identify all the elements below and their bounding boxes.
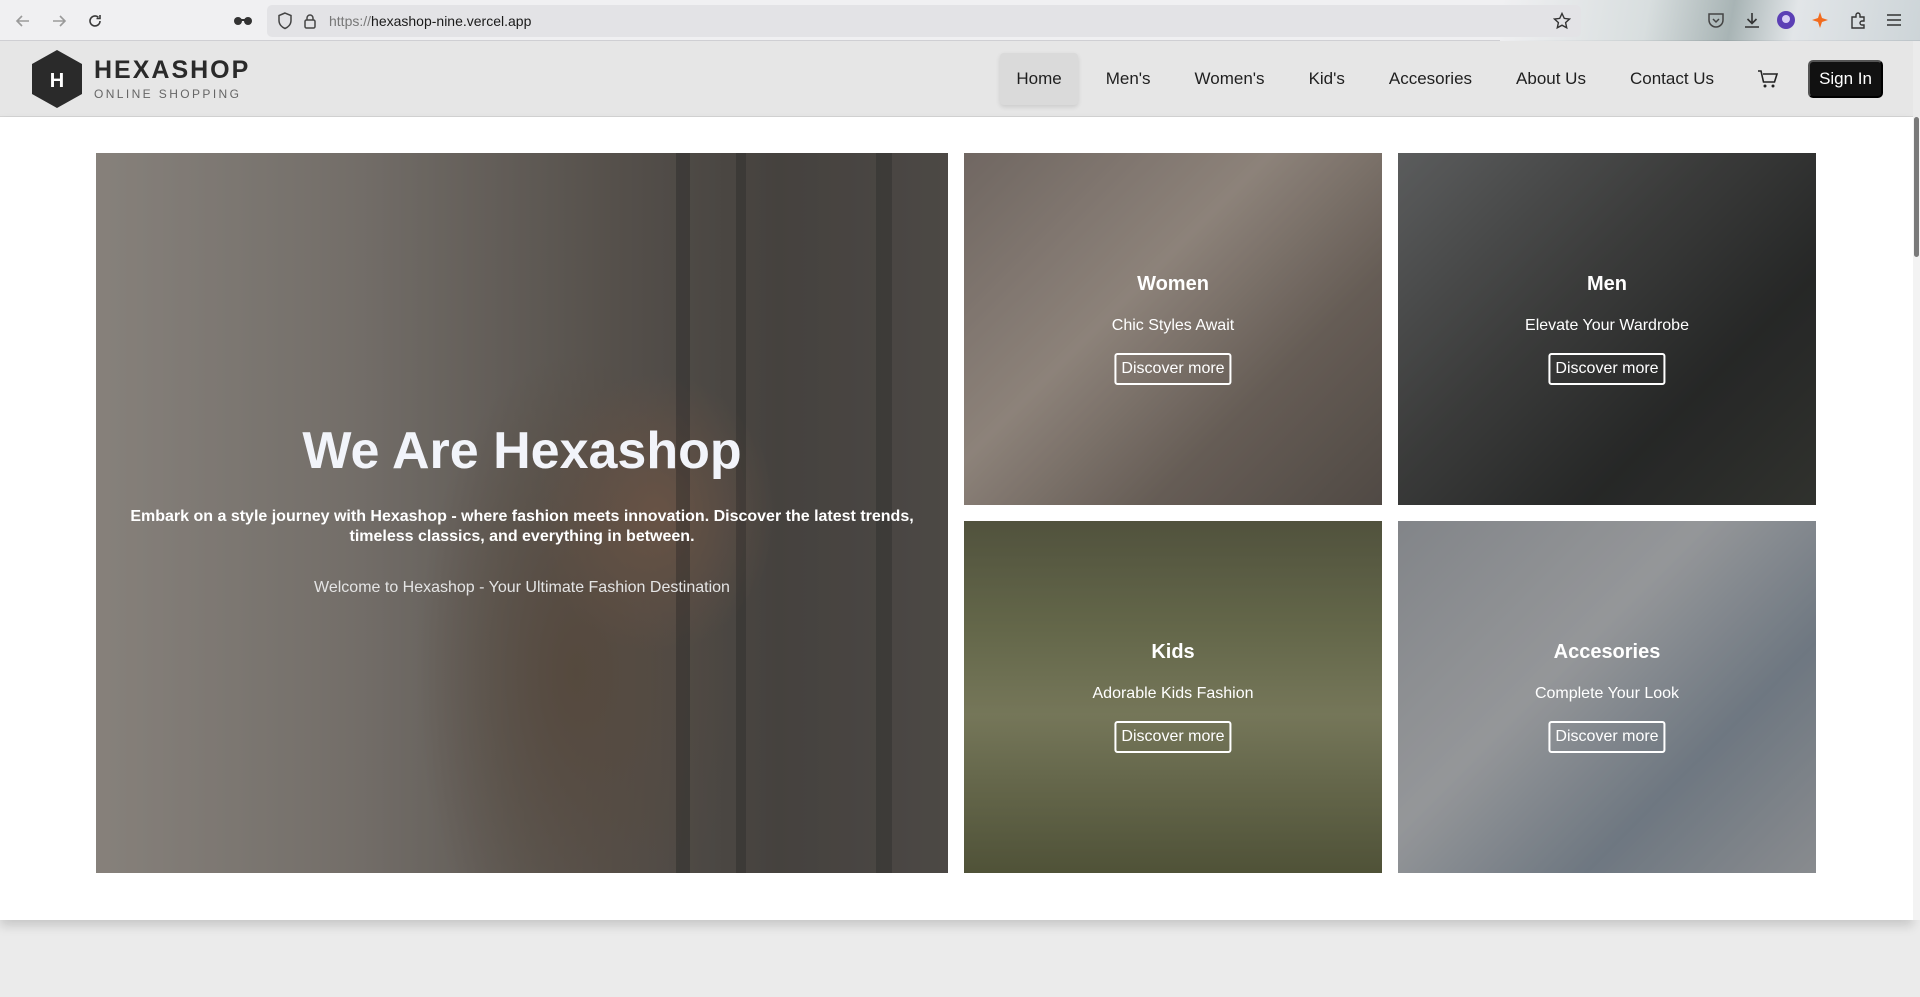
- hexagon-logo-icon: H: [32, 50, 82, 108]
- card-subtitle: Chic Styles Await: [1111, 317, 1235, 334]
- discover-more-button[interactable]: Discover more: [1114, 721, 1232, 753]
- private-browsing-icon[interactable]: [230, 8, 256, 34]
- bookmark-star-icon[interactable]: [1552, 11, 1572, 35]
- category-card-kids[interactable]: Kids Adorable Kids Fashion Discover more: [964, 521, 1382, 873]
- card-subtitle: Complete Your Look: [1534, 685, 1680, 702]
- hero-description: Embark on a style journey with Hexashop …: [130, 508, 914, 545]
- lock-icon[interactable]: [303, 13, 317, 34]
- site-logo[interactable]: H HEXASHOP ONLINE SHOPPING: [30, 49, 250, 109]
- sign-in-button[interactable]: Sign In: [1808, 60, 1883, 98]
- browser-toolbar: https://hexashop-nine.vercel.app: [0, 0, 1920, 41]
- extensions-puzzle-icon[interactable]: [1846, 8, 1870, 32]
- brand-name: HEXASHOP: [94, 55, 251, 84]
- back-icon[interactable]: [10, 8, 36, 34]
- pocket-icon[interactable]: [1704, 8, 1728, 32]
- address-bar[interactable]: https://hexashop-nine.vercel.app: [267, 5, 1581, 37]
- cart-icon[interactable]: [1756, 67, 1780, 91]
- hero-banner: We Are Hexashop Embark on a style journe…: [96, 153, 948, 873]
- card-title: Accesories: [1553, 641, 1661, 663]
- category-card-accesories[interactable]: Accesories Complete Your Look Discover m…: [1398, 521, 1816, 873]
- brand-tagline: ONLINE SHOPPING: [94, 86, 242, 101]
- card-subtitle: Elevate Your Wardrobe: [1525, 317, 1689, 334]
- scrollbar-thumb[interactable]: [1914, 117, 1919, 257]
- card-title: Kids: [1151, 641, 1195, 663]
- category-card-women[interactable]: Women Chic Styles Await Discover more: [964, 153, 1382, 505]
- hero-welcome-text: Welcome to Hexashop - Your Ultimate Fash…: [314, 579, 730, 596]
- card-subtitle: Adorable Kids Fashion: [1092, 685, 1254, 702]
- nav-home[interactable]: Home: [1000, 53, 1078, 105]
- extension-icon[interactable]: [1808, 8, 1832, 32]
- nav-womens[interactable]: Women's: [1179, 53, 1281, 105]
- nav-mens[interactable]: Men's: [1090, 53, 1167, 105]
- logo-letter: H: [50, 70, 64, 92]
- page-scrollbar[interactable]: [1913, 117, 1920, 920]
- card-title: Women: [1137, 273, 1209, 295]
- nav-accesories[interactable]: Accesories: [1373, 53, 1488, 105]
- discover-more-button[interactable]: Discover more: [1548, 721, 1666, 753]
- reload-icon[interactable]: [82, 8, 108, 34]
- discover-more-button[interactable]: Discover more: [1114, 353, 1232, 385]
- menu-icon[interactable]: [1882, 8, 1906, 32]
- account-avatar-icon[interactable]: [1774, 8, 1798, 32]
- nav-about-us[interactable]: About Us: [1500, 53, 1602, 105]
- url-text[interactable]: https://hexashop-nine.vercel.app: [329, 13, 531, 29]
- tracking-shield-icon[interactable]: [277, 12, 293, 35]
- download-icon[interactable]: [1740, 8, 1764, 32]
- hero-title: We Are Hexashop: [302, 422, 742, 480]
- forward-icon[interactable]: [46, 8, 72, 34]
- nav-kids[interactable]: Kid's: [1293, 53, 1361, 105]
- site-header: H HEXASHOP ONLINE SHOPPING Home Men's Wo…: [0, 41, 1913, 117]
- card-title: Men: [1587, 273, 1627, 295]
- nav-contact-us[interactable]: Contact Us: [1614, 53, 1730, 105]
- main-nav: Home Men's Women's Kid's Accesories Abou…: [988, 53, 1883, 105]
- discover-more-button[interactable]: Discover more: [1548, 353, 1666, 385]
- category-card-men[interactable]: Men Elevate Your Wardrobe Discover more: [1398, 153, 1816, 505]
